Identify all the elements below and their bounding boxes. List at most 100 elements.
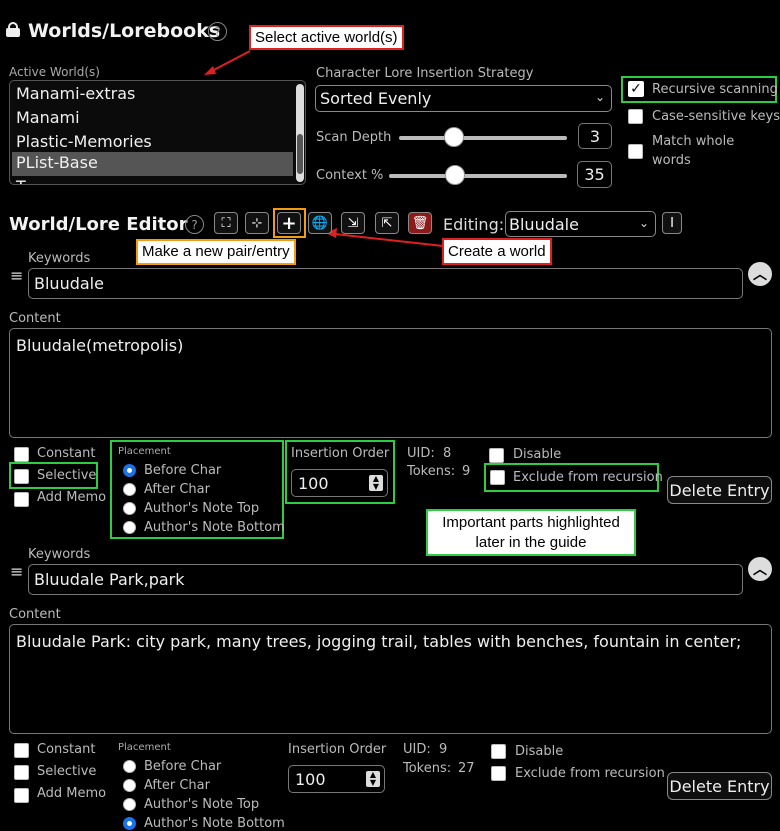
globe-icon[interactable]: 🌐	[308, 212, 332, 234]
constant-label: Constant	[37, 742, 96, 757]
placement-label: Placement	[118, 446, 171, 457]
exclude-label: Exclude from recursion	[515, 766, 665, 781]
world-item[interactable]: Plastic-Memories	[16, 132, 152, 151]
expand-icon[interactable]: ⛶	[214, 212, 238, 234]
placement-radio[interactable]	[123, 760, 136, 773]
placement-option: Author's Note Top	[144, 797, 260, 812]
add-memo-checkbox[interactable]	[14, 788, 29, 803]
constant-checkbox[interactable]	[14, 447, 29, 462]
delete-entry-button[interactable]: Delete Entry	[667, 772, 772, 800]
disable-label: Disable	[515, 744, 564, 759]
selective-checkbox[interactable]	[14, 469, 29, 484]
world-item-selected[interactable]: PList-Base	[12, 152, 293, 176]
editing-label: Editing:	[443, 215, 505, 234]
scan-depth-label: Scan Depth	[316, 130, 392, 145]
placement-option: Author's Note Bottom	[144, 520, 285, 535]
match-whole-checkbox[interactable]	[628, 144, 643, 159]
editor-title: World/Lore Editor	[9, 214, 188, 235]
context-knob[interactable]	[445, 165, 465, 185]
chevron-down-icon: ⌄	[638, 216, 649, 230]
placement-option: Author's Note Bottom	[144, 816, 285, 831]
case-sensitive-checkbox[interactable]	[628, 109, 643, 124]
content-textarea[interactable]: Bluudale Park: city park, many trees, jo…	[9, 624, 772, 734]
editing-value: Bluudale	[509, 215, 579, 234]
drag-handle-icon[interactable]: ≡	[10, 266, 23, 285]
import-icon[interactable]: ⇲	[341, 212, 365, 234]
selective-checkbox[interactable]	[14, 765, 29, 780]
disable-checkbox[interactable]	[489, 448, 504, 463]
stepper-icon[interactable]: ▲ ▼	[366, 771, 380, 787]
placement-radio[interactable]	[123, 779, 136, 792]
world-item[interactable]: T...	[16, 177, 39, 184]
chevron-down-icon: ⌄	[594, 90, 605, 104]
keywords-label: Keywords	[28, 547, 91, 562]
exclude-checkbox[interactable]	[491, 766, 506, 781]
uid-value: 8	[443, 446, 452, 461]
export-icon[interactable]: ⇱	[375, 212, 399, 234]
chevron-up-icon[interactable]: ︿	[748, 262, 772, 286]
insertion-label: Insertion Order	[291, 446, 390, 461]
content-value: Bluudale(metropolis)	[16, 336, 184, 355]
tokens-label: Tokens:	[407, 464, 456, 479]
constant-checkbox[interactable]	[14, 743, 29, 758]
context-label: Context %	[316, 168, 384, 183]
strategy-value: Sorted Evenly	[320, 89, 432, 108]
annotation-make-pair: Make a new pair/entry	[136, 239, 296, 265]
annotation-create-world: Create a world	[442, 238, 552, 265]
insertion-input[interactable]: 100 ▲ ▼	[288, 765, 385, 793]
recursive-label: Recursive scanning	[652, 82, 778, 97]
help-icon[interactable]: ?	[185, 215, 204, 234]
scan-depth-knob[interactable]	[444, 127, 464, 147]
match-whole-label: Match whole	[652, 134, 735, 149]
placement-option: Before Char	[144, 463, 222, 478]
insertion-input[interactable]: 100 ▲ ▼	[291, 469, 388, 497]
scan-depth-slider[interactable]	[399, 136, 567, 140]
exclude-checkbox[interactable]	[490, 470, 505, 485]
placement-radio[interactable]	[123, 464, 136, 477]
insertion-label: Insertion Order	[288, 742, 387, 757]
active-worlds-list[interactable]: Manami-extras Manami Plastic-Memories PL…	[9, 80, 306, 185]
placement-radio[interactable]	[123, 502, 136, 515]
add-entry-icon[interactable]: +	[277, 212, 301, 234]
keywords-input[interactable]: Bluudale Park,park	[28, 564, 743, 595]
strategy-select[interactable]: Sorted Evenly ⌄	[315, 85, 612, 112]
placement-option: After Char	[144, 778, 210, 793]
placement-label: Placement	[118, 742, 171, 753]
context-input[interactable]: 35	[577, 161, 612, 188]
annotation-important-line1: Important parts highlighted	[442, 514, 620, 531]
insertion-value: 100	[295, 769, 326, 789]
trash-icon[interactable]: 🗑	[408, 212, 432, 234]
chevron-up-icon[interactable]: ︿	[748, 557, 772, 581]
scan-depth-input[interactable]: 3	[578, 123, 612, 149]
placement-radio[interactable]	[123, 483, 136, 496]
content-label: Content	[9, 311, 61, 326]
uid-value: 9	[439, 742, 448, 757]
match-whole-label-2: words	[652, 153, 691, 168]
tokens-value: 9	[462, 464, 471, 479]
collapse-icon[interactable]: ⊹	[245, 212, 269, 234]
constant-label: Constant	[37, 446, 96, 461]
keywords-input[interactable]: Bluudale	[28, 268, 743, 299]
placement-radio[interactable]	[123, 817, 136, 830]
selective-label: Selective	[37, 764, 97, 779]
recursive-checkbox[interactable]: ✓	[628, 81, 644, 97]
placement-option: After Char	[144, 482, 210, 497]
drag-handle-icon[interactable]: ≡	[10, 562, 23, 581]
context-slider[interactable]	[389, 174, 567, 178]
editing-select[interactable]: Bluudale ⌄	[505, 211, 656, 237]
placement-radio[interactable]	[123, 798, 136, 811]
content-textarea[interactable]: Bluudale(metropolis)	[9, 328, 772, 438]
stepper-icon[interactable]: ▲ ▼	[369, 475, 383, 491]
insertion-value: 100	[298, 473, 329, 493]
exclude-label: Exclude from recursion	[513, 470, 663, 485]
selective-label: Selective	[37, 468, 97, 483]
add-memo-label: Add Memo	[37, 786, 107, 801]
rename-icon[interactable]: Ⅰ	[662, 212, 682, 234]
delete-entry-button[interactable]: Delete Entry	[667, 476, 772, 504]
add-memo-checkbox[interactable]	[14, 492, 29, 507]
scrollbar[interactable]	[296, 84, 304, 182]
disable-checkbox[interactable]	[491, 744, 506, 759]
placement-radio[interactable]	[123, 521, 136, 534]
world-item[interactable]: Manami-extras	[16, 84, 135, 103]
world-item[interactable]: Manami	[16, 108, 80, 127]
